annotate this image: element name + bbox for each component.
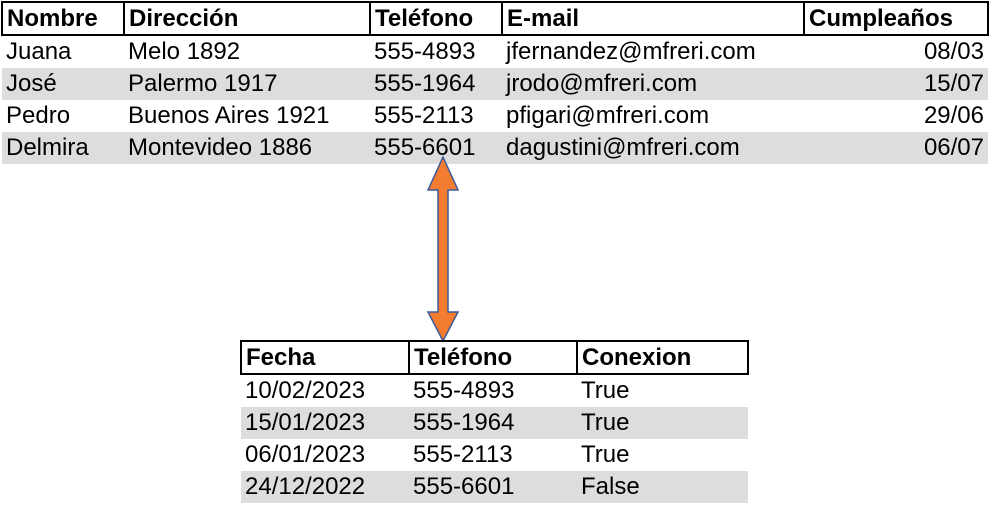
cell-telefono: 555-1964 (409, 407, 577, 439)
cell-telefono: 555-4893 (413, 377, 515, 404)
header-telefono: Teléfono (408, 340, 578, 375)
table-row: 10/02/2023 555-4893 True (241, 374, 748, 407)
calls-header-row: Fecha Teléfono Conexion (240, 340, 749, 375)
cell-conexion: False (577, 471, 748, 503)
cell-fecha: 15/01/2023 (241, 407, 409, 439)
cell-fecha: 24/12/2022 (241, 471, 409, 503)
table-row: 24/12/2022 555-6601 False (241, 471, 748, 503)
calls-table: Fecha Teléfono Conexion 10/02/2023 555-4… (240, 340, 749, 503)
cell-fecha: 06/01/2023 (245, 441, 366, 468)
link-arrow (426, 155, 460, 343)
cell-conexion: True (581, 441, 630, 468)
cell-conexion: True (581, 377, 630, 404)
table-row: 15/01/2023 555-1964 True (241, 407, 748, 439)
cell-conexion: True (577, 407, 748, 439)
table-row: 06/01/2023 555-2113 True (241, 439, 748, 471)
header-conexion: Conexion (576, 340, 749, 375)
cell-telefono: 555-2113 (413, 441, 513, 468)
header-fecha: Fecha (240, 340, 410, 375)
cell-fecha: 10/02/2023 (245, 377, 366, 404)
cell-telefono: 555-6601 (409, 471, 577, 503)
